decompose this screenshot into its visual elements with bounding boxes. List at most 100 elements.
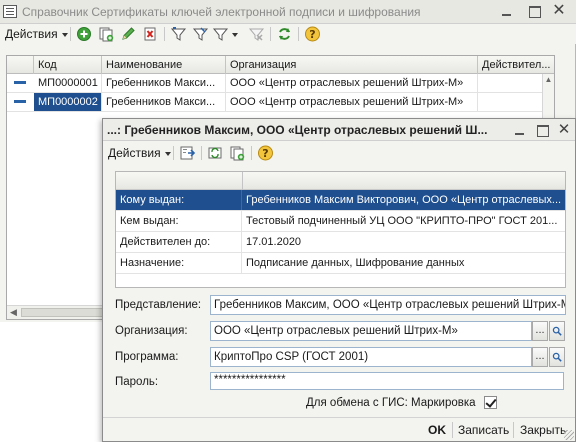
cell-organization: ООО «Центр отраслевых решений Штрих-М» <box>226 74 478 92</box>
password-label: Пароль: <box>115 376 159 388</box>
cell-code: МП0000002 <box>34 93 102 111</box>
gis-marking-checkbox[interactable] <box>484 396 497 409</box>
cell-organization: ООО «Центр отраслевых решений Штрих-М» <box>226 93 478 111</box>
toolbar-separator <box>173 146 174 160</box>
info-key: Действителен до: <box>116 232 242 252</box>
toolbar-separator <box>298 27 299 41</box>
resize-grip[interactable] <box>564 430 574 440</box>
cell-name: Гребенников Макси... <box>102 93 226 111</box>
edit-icon[interactable] <box>120 26 137 42</box>
list-icon <box>3 5 17 18</box>
refresh-icon[interactable] <box>276 26 293 42</box>
reread-icon[interactable] <box>207 145 224 161</box>
info-key: Кем выдан: <box>116 211 242 231</box>
column-divider <box>242 172 243 190</box>
scroll-left-icon[interactable]: ◀ <box>7 306 20 319</box>
delete-icon[interactable] <box>142 26 159 42</box>
gis-marking-label: Для обмена с ГИС: Маркировка <box>306 397 476 409</box>
actions-menu[interactable]: Действия <box>5 26 68 42</box>
chevron-down-icon <box>61 32 68 37</box>
column-header-code[interactable]: Код <box>34 56 102 74</box>
organization-select-button[interactable]: ... <box>532 321 548 341</box>
info-value: Тестовый подчиненный УЦ ООО "КРИПТО-ПРО"… <box>246 215 558 227</box>
minimize-icon[interactable] <box>513 123 527 137</box>
scroll-up-icon[interactable]: ▲ <box>543 74 554 85</box>
dialog-actions-menu-label: Действия <box>108 146 161 160</box>
cell-code: МП0000001 <box>34 74 102 92</box>
save-button[interactable]: Записать <box>458 422 509 438</box>
representation-label: Представление: <box>115 299 202 311</box>
copy-icon[interactable] <box>229 145 246 161</box>
svg-text:?: ? <box>262 147 268 160</box>
magnifier-icon <box>552 352 562 362</box>
maximize-icon[interactable] <box>535 123 549 137</box>
catalog-window-title: Справочник Сертификаты ключей электронно… <box>22 5 421 19</box>
table-row-selected[interactable]: МП0000002 Гребенников Макси... ООО «Цент… <box>7 93 554 112</box>
program-field[interactable]: КриптоПро CSP (ГОСТ 2001) <box>210 347 532 367</box>
info-row-issued-by[interactable]: Кем выдан: Тестовый подчиненный УЦ ООО "… <box>116 211 565 232</box>
info-key: Кому выдан: <box>116 190 242 210</box>
row-icon <box>14 81 26 84</box>
cell-name: Гребенников Макси... <box>102 74 226 92</box>
filter-list-icon[interactable] <box>212 26 229 42</box>
toolbar-separator <box>70 27 71 41</box>
copy-icon[interactable] <box>98 26 115 42</box>
dialog-actions-menu[interactable]: Действия <box>108 145 171 161</box>
info-key: Назначение: <box>116 253 242 273</box>
toolbar-separator <box>251 146 252 160</box>
help-icon[interactable]: ? <box>304 26 321 42</box>
dialog-toolbar: Действия ? <box>103 141 575 163</box>
info-row-valid-until[interactable]: Действителен до: 17.01.2020 <box>116 232 565 253</box>
button-separator <box>452 422 453 438</box>
representation-field[interactable]: Гребенников Максим, ООО «Центр отраслевы… <box>210 295 566 315</box>
certificate-dialog: ...: Гребенников Максим, ООО «Центр отра… <box>102 118 576 442</box>
info-value: 17.01.2020 <box>246 236 302 248</box>
magnifier-icon <box>552 326 562 336</box>
close-icon[interactable]: ✕ <box>552 3 566 19</box>
dialog-title-bar[interactable]: ...: Гребенников Максим, ООО «Центр отра… <box>103 119 575 141</box>
catalog-title-bar[interactable]: Справочник Сертификаты ключей электронно… <box>0 0 576 24</box>
close-icon[interactable]: ✕ <box>557 122 571 137</box>
maximize-icon[interactable] <box>527 4 541 18</box>
ok-button[interactable]: OK <box>428 422 446 438</box>
dialog-title: ...: Гребенников Максим, ООО «Центр отра… <box>107 123 488 137</box>
info-value: Гребенников Максим Викторович, ООО «Цент… <box>246 194 562 206</box>
certificate-info-table[interactable]: Кому выдан: Гребенников Максим Викторови… <box>115 171 566 288</box>
column-header-name[interactable]: Наименование <box>102 56 226 74</box>
password-field[interactable]: **************** <box>210 372 564 390</box>
chevron-down-icon <box>164 151 171 156</box>
button-separator <box>513 422 514 438</box>
column-header-marker[interactable] <box>7 56 34 74</box>
organization-open-button[interactable] <box>549 321 565 341</box>
organization-label: Организация: <box>115 325 188 337</box>
filter-by-value-icon[interactable] <box>170 26 187 42</box>
organization-field[interactable]: ООО «Центр отраслевых решений Штрих-М» <box>210 321 532 341</box>
clear-filter-icon[interactable] <box>248 26 265 42</box>
save-and-close-icon[interactable] <box>179 145 196 161</box>
column-header-organization[interactable]: Организация <box>226 56 478 74</box>
info-table-header <box>116 172 565 190</box>
table-row[interactable]: МП0000001 Гребенников Макси... ООО «Цент… <box>7 74 554 93</box>
filter-icon[interactable] <box>192 26 209 42</box>
info-row-issued-to[interactable]: Кому выдан: Гребенников Максим Викторови… <box>116 190 565 211</box>
toolbar-separator <box>164 27 165 41</box>
toolbar-separator <box>270 27 271 41</box>
row-icon <box>14 100 26 103</box>
dialog-button-bar: OK Записать Закрыть <box>103 417 575 441</box>
catalog-toolbar: Действия ? <box>0 24 576 44</box>
minimize-icon[interactable] <box>500 4 514 18</box>
table-header: Код Наименование Организация Действител.… <box>7 56 554 74</box>
program-label: Программа: <box>115 351 179 363</box>
actions-menu-label: Действия <box>5 27 58 41</box>
add-icon[interactable] <box>76 26 93 42</box>
svg-text:?: ? <box>309 28 315 41</box>
chevron-down-icon[interactable] <box>232 33 238 37</box>
program-select-button[interactable]: ... <box>532 347 548 367</box>
toolbar-separator <box>201 146 202 160</box>
help-icon[interactable]: ? <box>257 145 274 161</box>
column-header-valid-until[interactable]: Действител... <box>478 56 554 74</box>
close-button[interactable]: Закрыть <box>520 422 566 438</box>
program-open-button[interactable] <box>549 347 565 367</box>
info-value: Подписание данных, Шифрование данных <box>246 257 465 269</box>
info-row-purpose[interactable]: Назначение: Подписание данных, Шифровани… <box>116 253 565 274</box>
